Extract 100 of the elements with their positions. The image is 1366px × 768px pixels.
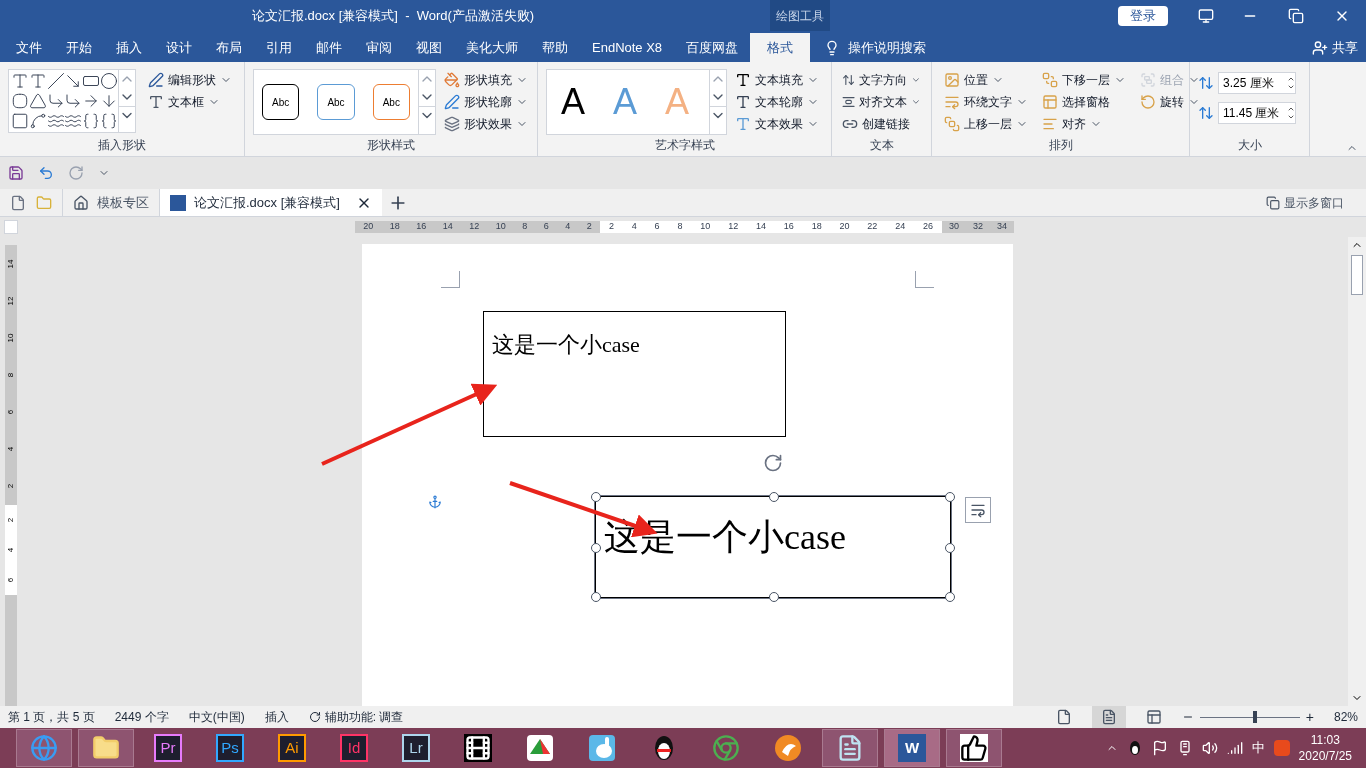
- zoom-slider-track[interactable]: [1199, 711, 1300, 723]
- resize-handle[interactable]: [769, 492, 779, 502]
- clock[interactable]: 11:03 2020/7/25: [1298, 732, 1352, 764]
- ribbon-tab[interactable]: 插入: [104, 33, 154, 62]
- login-button[interactable]: 登录: [1118, 5, 1168, 26]
- ribbon-tab[interactable]: 引用: [254, 33, 304, 62]
- status-item[interactable]: 辅助功能: 调查: [308, 708, 404, 726]
- ribbon-tab[interactable]: 美化大师: [454, 33, 530, 62]
- share-button[interactable]: 共享: [1332, 37, 1358, 58]
- restore-icon[interactable]: [1288, 7, 1304, 24]
- taskbar-app[interactable]: W: [884, 729, 940, 767]
- resize-handle[interactable]: [945, 492, 955, 502]
- resize-handle[interactable]: [769, 592, 779, 602]
- taskbar-app[interactable]: Ai: [264, 729, 320, 767]
- ribbon-command[interactable]: 文本轮廓: [731, 91, 823, 113]
- status-item[interactable]: 中文(中国): [188, 708, 245, 726]
- ribbon-command[interactable]: 对齐文本: [838, 91, 925, 113]
- ribbon-command[interactable]: 创建链接: [838, 113, 925, 135]
- zoom-in-button[interactable]: +: [1305, 706, 1314, 728]
- show-multi-window-button[interactable]: 显示多窗口: [1284, 193, 1344, 212]
- ruler-number: 34: [997, 220, 1007, 234]
- resize-handle[interactable]: [945, 592, 955, 602]
- text-box[interactable]: 这是一个小case: [483, 311, 786, 437]
- scribble-icon[interactable]: [28, 112, 47, 130]
- oval-icon[interactable]: [100, 72, 119, 90]
- ribbon-tab[interactable]: 视图: [404, 33, 454, 62]
- ribbon-command[interactable]: 文本效果: [731, 113, 823, 135]
- app-logo: Ps: [216, 734, 244, 762]
- size-field[interactable]: 3.25 厘米: [1218, 72, 1296, 94]
- ribbon-command[interactable]: 环绕文字: [940, 91, 1032, 113]
- ribbon-command[interactable]: 旋转: [1136, 91, 1204, 113]
- status-item[interactable]: 第 1 页，共 5 页: [8, 708, 95, 726]
- new-file-icon[interactable]: [10, 194, 26, 211]
- text-box-icon[interactable]: [11, 72, 29, 90]
- display-options-icon[interactable]: [1198, 7, 1214, 24]
- ribbon-tab[interactable]: 审阅: [354, 33, 404, 62]
- resize-handle[interactable]: [591, 543, 601, 553]
- zoom-slider-thumb[interactable]: [1252, 711, 1257, 723]
- resize-handle[interactable]: [591, 592, 601, 602]
- ribbon-command[interactable]: 文字方向: [838, 69, 925, 91]
- web-layout-icon[interactable]: [1145, 709, 1162, 725]
- signal-icon[interactable]: [1226, 740, 1243, 756]
- ribbon-command[interactable]: 编辑形状: [144, 69, 236, 91]
- spin-up-icon[interactable]: [1287, 105, 1295, 113]
- taskbar-app[interactable]: Id: [326, 729, 382, 767]
- ribbon-tab[interactable]: 格式: [750, 33, 811, 62]
- ribbon-command[interactable]: 文本框: [144, 91, 236, 113]
- resize-handle[interactable]: [591, 492, 601, 502]
- ribbon-command[interactable]: 对齐: [1038, 113, 1130, 135]
- ribbon-command[interactable]: 形状填充: [440, 69, 532, 91]
- status-item[interactable]: 2449 个字: [114, 708, 169, 726]
- flag-icon[interactable]: [1151, 740, 1168, 756]
- elbow-connector-icon[interactable]: [46, 92, 65, 110]
- tell-me-search[interactable]: 操作说明搜索: [848, 37, 927, 58]
- wordart-style-preview[interactable]: A: [561, 84, 585, 120]
- read-mode-icon[interactable]: [1055, 709, 1072, 725]
- shape-style-preview[interactable]: Abc: [372, 84, 410, 120]
- input-method[interactable]: 中: [1251, 738, 1265, 758]
- save-icon[interactable]: [8, 165, 24, 181]
- ribbon-command[interactable]: 下移一层: [1038, 69, 1130, 91]
- spin-down-icon[interactable]: [1287, 113, 1295, 121]
- print-layout-icon[interactable]: [1091, 706, 1126, 728]
- line-icon[interactable]: [46, 72, 65, 90]
- spin-down-icon[interactable]: [1287, 83, 1295, 91]
- taskbar-app[interactable]: Ps: [202, 729, 258, 767]
- zoom-level[interactable]: 82%: [1333, 708, 1358, 726]
- resize-handle[interactable]: [945, 543, 955, 553]
- rotate-icon: [1140, 94, 1156, 110]
- taskbar-app[interactable]: Pr: [140, 729, 196, 767]
- ribbon-command[interactable]: 上移一层: [940, 113, 1032, 135]
- ribbon-command[interactable]: 文本填充: [731, 69, 823, 91]
- ribbon-command[interactable]: 位置: [940, 69, 1032, 91]
- ribbon-tab[interactable]: 文件: [4, 33, 54, 62]
- rotate-handle[interactable]: [763, 453, 783, 473]
- size-field[interactable]: 11.45 厘米: [1218, 102, 1296, 124]
- taskbar-app[interactable]: Lr: [388, 729, 444, 767]
- ribbon-command[interactable]: 选择窗格: [1038, 91, 1130, 113]
- shape-style-preview[interactable]: Abc: [317, 84, 355, 120]
- shape-style-preview[interactable]: Abc: [262, 84, 300, 120]
- ribbon-tab[interactable]: 开始: [54, 33, 104, 62]
- spin-up-icon[interactable]: [1287, 75, 1295, 83]
- ribbon-tab[interactable]: 帮助: [530, 33, 580, 62]
- volume-icon[interactable]: [1201, 740, 1218, 756]
- ribbon-tab[interactable]: 百度网盘: [674, 33, 751, 62]
- ribbon-command[interactable]: 形状效果: [440, 113, 532, 135]
- scrollbar-thumb[interactable]: [1351, 255, 1363, 295]
- triangle-icon[interactable]: [28, 92, 47, 110]
- status-item[interactable]: 插入: [264, 708, 289, 726]
- document-tab[interactable]: 论文汇报.docx [兼容模式]: [159, 189, 382, 216]
- undo-icon[interactable]: [38, 165, 54, 181]
- left-brace-icon[interactable]: [82, 112, 101, 130]
- taskbar-app[interactable]: [946, 729, 1002, 767]
- ribbon-tab[interactable]: 邮件: [304, 33, 354, 62]
- elbow-arrow-icon[interactable]: [64, 92, 83, 110]
- ribbon-command[interactable]: 形状轮廓: [440, 91, 532, 113]
- ribbon-tab[interactable]: 设计: [154, 33, 204, 62]
- ribbon-tab[interactable]: EndNote X8: [580, 33, 675, 62]
- right-brace-icon[interactable]: [100, 112, 119, 130]
- layout-options-icon[interactable]: [965, 497, 991, 523]
- ribbon-tab[interactable]: 布局: [204, 33, 254, 62]
